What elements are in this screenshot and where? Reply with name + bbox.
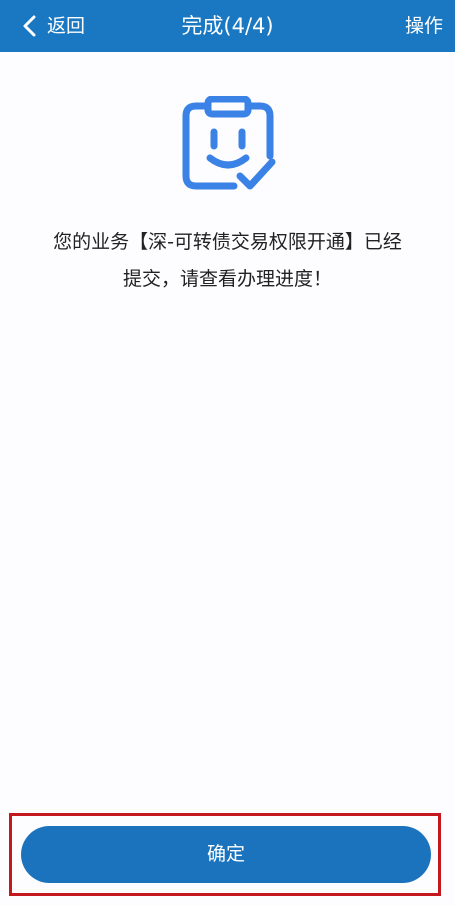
confirm-button-highlight: 确定 [9, 813, 441, 896]
clipboard-smile-check-icon [182, 96, 276, 190]
back-button[interactable]: 返回 [20, 0, 85, 52]
message-line-2: 提交，请查看办理进度！ [122, 268, 332, 290]
confirm-button[interactable]: 确定 [21, 826, 431, 883]
screen: 返回 完成(4/4) 操作 您的业务【深-可转债交易权限开通】已经 提交，请查看… [0, 0, 455, 906]
back-label: 返回 [47, 15, 86, 37]
message-line-1: 您的业务【深-可转债交易权限开通】已经 [53, 231, 402, 253]
chevron-left-icon [23, 15, 36, 37]
submission-message: 您的业务【深-可转债交易权限开通】已经 提交，请查看办理进度！ [30, 224, 425, 298]
top-nav-bar: 返回 完成(4/4) 操作 [0, 0, 455, 52]
operation-button[interactable]: 操作 [405, 0, 443, 52]
